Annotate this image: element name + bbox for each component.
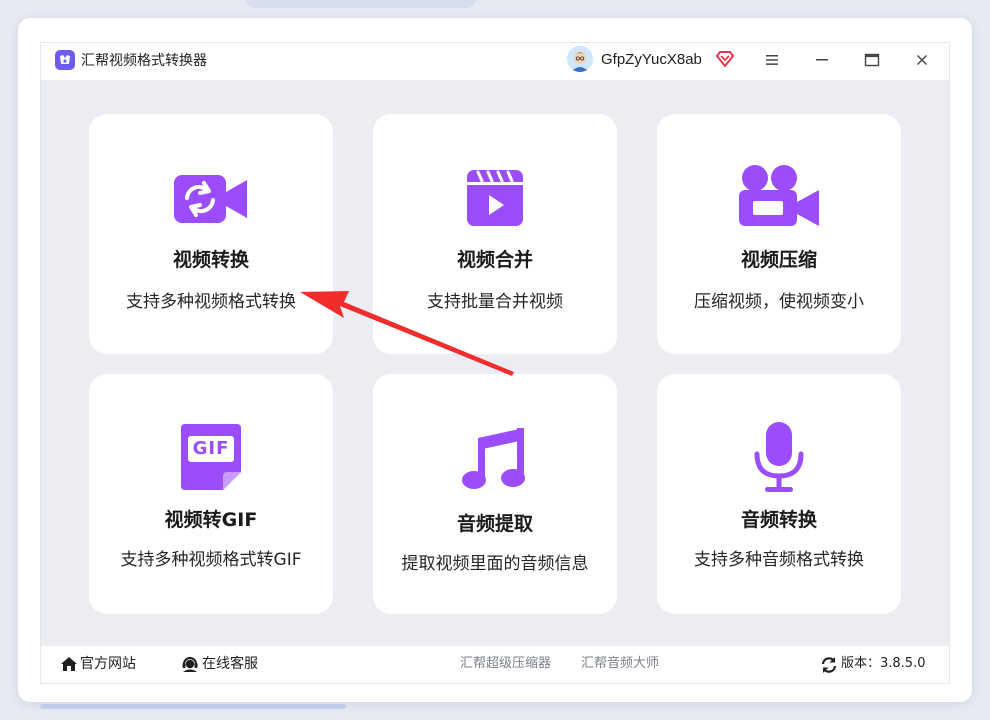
- card-audio-extract[interactable]: 音频提取 提取视频里面的音频信息: [373, 374, 617, 614]
- super-compressor-link[interactable]: 汇帮超级压缩器: [460, 654, 551, 674]
- user-avatar[interactable]: [567, 46, 593, 72]
- music-note-icon: [460, 426, 530, 492]
- close-button[interactable]: [911, 49, 933, 71]
- gif-file-icon: GIF: [179, 422, 243, 492]
- card-video-convert[interactable]: 视频转换 支持多种视频格式转换: [89, 114, 333, 354]
- menu-button[interactable]: [761, 49, 783, 71]
- refresh-icon[interactable]: [820, 656, 838, 674]
- minimize-button[interactable]: [811, 49, 833, 71]
- card-title: 音频提取: [456, 513, 533, 535]
- official-website-link[interactable]: 官方网站: [80, 654, 136, 674]
- card-description: 支持多种音频格式转换: [694, 550, 864, 570]
- card-video-to-gif[interactable]: GIF 视频转GIF 支持多种视频格式转GIF: [89, 374, 333, 614]
- card-title: 视频压缩: [740, 249, 817, 271]
- background-window-edge: [245, 0, 477, 8]
- customer-service-icon[interactable]: [181, 655, 199, 673]
- app-logo-icon: [55, 50, 75, 70]
- card-title: 视频合并: [456, 249, 533, 271]
- card-audio-convert[interactable]: 音频转换 支持多种音频格式转换: [657, 374, 901, 614]
- card-description: 提取视频里面的音频信息: [401, 554, 589, 574]
- home-icon[interactable]: [60, 655, 78, 673]
- username-label[interactable]: GfpZyYucX8ab: [601, 49, 702, 71]
- close-icon: [917, 55, 927, 65]
- microphone-icon: [752, 420, 806, 494]
- online-support-link[interactable]: 在线客服: [202, 654, 258, 674]
- minimize-icon: [816, 59, 828, 61]
- card-video-merge[interactable]: 视频合并 支持批量合并视频: [373, 114, 617, 354]
- clapperboard-play-icon: [466, 169, 524, 227]
- audio-master-link[interactable]: 汇帮音频大师: [581, 654, 659, 674]
- vip-diamond-icon[interactable]: [715, 50, 735, 68]
- maximize-icon: [864, 53, 880, 67]
- background-taskbar-strip: [40, 704, 346, 709]
- version-label: 版本：3.8.5.0: [841, 656, 926, 671]
- gif-icon-label: GIF: [192, 438, 230, 459]
- card-description: 压缩视频，使视频变小: [694, 292, 864, 312]
- card-title: 音频转换: [740, 509, 817, 531]
- video-convert-icon: [173, 174, 249, 224]
- card-title: 视频转换: [172, 249, 249, 271]
- hamburger-menu-icon: [766, 55, 778, 65]
- maximize-button[interactable]: [861, 49, 883, 71]
- card-description: 支持批量合并视频: [427, 292, 563, 312]
- card-description: 支持多种视频格式转GIF: [120, 550, 302, 570]
- card-description: 支持多种视频格式转换: [126, 292, 296, 312]
- app-title: 汇帮视频格式转换器: [81, 53, 207, 69]
- card-video-compress[interactable]: 视频压缩 压缩视频，使视频变小: [657, 114, 901, 354]
- card-title: 视频转GIF: [164, 509, 258, 531]
- video-camera-icon: [737, 164, 821, 228]
